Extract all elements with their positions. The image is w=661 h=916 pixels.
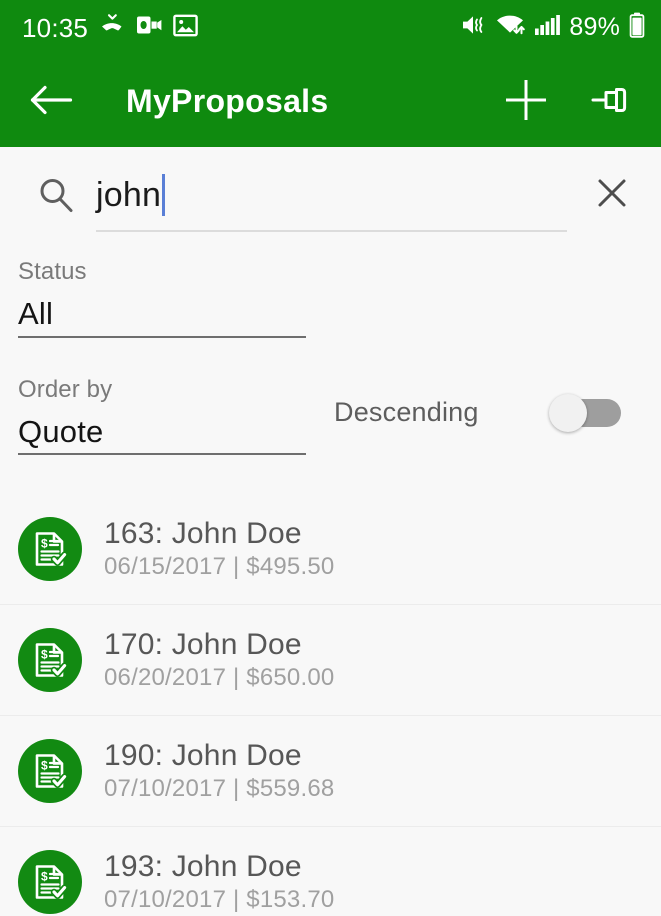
- list-item-text: 163: John Doe 06/15/2017 | $495.50: [104, 517, 334, 580]
- list-item-title: 170: John Doe: [104, 628, 302, 662]
- list-item-text: 170: John Doe 06/20/2017 | $650.00: [104, 628, 334, 691]
- order-by-filter[interactable]: Order by Quote: [0, 375, 306, 456]
- close-x-icon: [594, 175, 630, 214]
- filter-section: Status All Order by Quote Descending: [0, 242, 661, 456]
- status-filter-value: All: [18, 296, 54, 331]
- list-item-text: 190: John Doe 07/10/2017 | $559.68: [104, 739, 334, 802]
- status-clock: 10:35: [22, 12, 89, 43]
- svg-text:$: $: [41, 536, 48, 550]
- status-filter-label: Status: [18, 258, 87, 285]
- app-screen: 10:35 89% MyProposals john Status All Or…: [0, 0, 661, 916]
- signal-bars-icon: [534, 13, 561, 42]
- list-item-title: 190: John Doe: [104, 739, 302, 773]
- list-item[interactable]: $ 190: John Doe 07/10/2017 | $559.68: [0, 715, 661, 826]
- status-bar-right: 89%: [461, 12, 645, 43]
- mute-vibrate-icon: [461, 13, 487, 42]
- wifi-transfer-icon: [496, 13, 526, 42]
- toggle-thumb: [549, 393, 587, 432]
- order-by-select[interactable]: Quote: [18, 413, 306, 456]
- proposal-document-icon: $: [18, 739, 82, 804]
- battery-percent-label: 89%: [569, 13, 620, 41]
- proposal-document-icon: $: [18, 516, 82, 581]
- list-item-subtitle: 06/20/2017 | $650.00: [104, 664, 335, 692]
- text-cursor: [162, 173, 166, 216]
- gallery-image-icon: [173, 14, 198, 42]
- search-underline: [96, 230, 567, 232]
- search-input[interactable]: john: [96, 147, 577, 242]
- search-input-value: john: [96, 175, 162, 214]
- list-item-subtitle: 07/10/2017 | $559.68: [104, 775, 335, 803]
- status-bar: 10:35 89%: [0, 0, 661, 55]
- list-item[interactable]: $ 193: John Doe 07/10/2017 | $153.70: [0, 826, 661, 916]
- order-by-value: Quote: [18, 413, 104, 449]
- clear-search-button[interactable]: [589, 175, 635, 214]
- status-filter-select[interactable]: All: [18, 296, 306, 338]
- pin-button[interactable]: [589, 81, 633, 122]
- list-item[interactable]: $ 163: John Doe 06/15/2017 | $495.50: [0, 493, 661, 604]
- proposal-list: $ 163: John Doe 06/15/2017 | $495.50 $ 1…: [0, 493, 661, 916]
- back-button[interactable]: [30, 83, 74, 120]
- battery-icon: [629, 12, 645, 43]
- svg-text:$: $: [41, 759, 48, 773]
- descending-label: Descending: [334, 397, 479, 428]
- descending-group: Descending: [334, 393, 661, 432]
- list-item-title: 193: John Doe: [104, 850, 302, 884]
- list-item-subtitle: 06/15/2017 | $495.50: [104, 552, 335, 580]
- plus-icon: [503, 77, 549, 126]
- pushpin-icon: [589, 81, 633, 122]
- proposal-document-icon: $: [18, 850, 82, 915]
- page-title: MyProposals: [126, 82, 329, 119]
- list-item[interactable]: $ 170: John Doe 06/20/2017 | $650.00: [0, 604, 661, 715]
- order-by-label: Order by: [18, 375, 113, 403]
- search-bar: john: [0, 147, 661, 242]
- proposal-document-icon: $: [18, 628, 82, 693]
- search-icon: [36, 175, 76, 215]
- descending-toggle[interactable]: [549, 393, 623, 432]
- list-item-subtitle: 07/10/2017 | $153.70: [104, 886, 335, 914]
- svg-text:$: $: [41, 870, 48, 884]
- status-filter[interactable]: Status All: [0, 260, 661, 338]
- order-by-row: Order by Quote Descending: [0, 375, 661, 456]
- list-item-title: 163: John Doe: [104, 516, 302, 550]
- arrow-left-icon: [30, 83, 74, 120]
- svg-text:$: $: [41, 648, 48, 662]
- missed-call-icon: [99, 12, 125, 43]
- add-proposal-button[interactable]: [503, 77, 549, 126]
- app-bar-actions: [503, 77, 633, 126]
- status-bar-left: 10:35: [22, 12, 198, 43]
- outlook-icon: [136, 13, 162, 42]
- app-bar: MyProposals: [0, 55, 661, 147]
- list-item-text: 193: John Doe 07/10/2017 | $153.70: [104, 850, 334, 913]
